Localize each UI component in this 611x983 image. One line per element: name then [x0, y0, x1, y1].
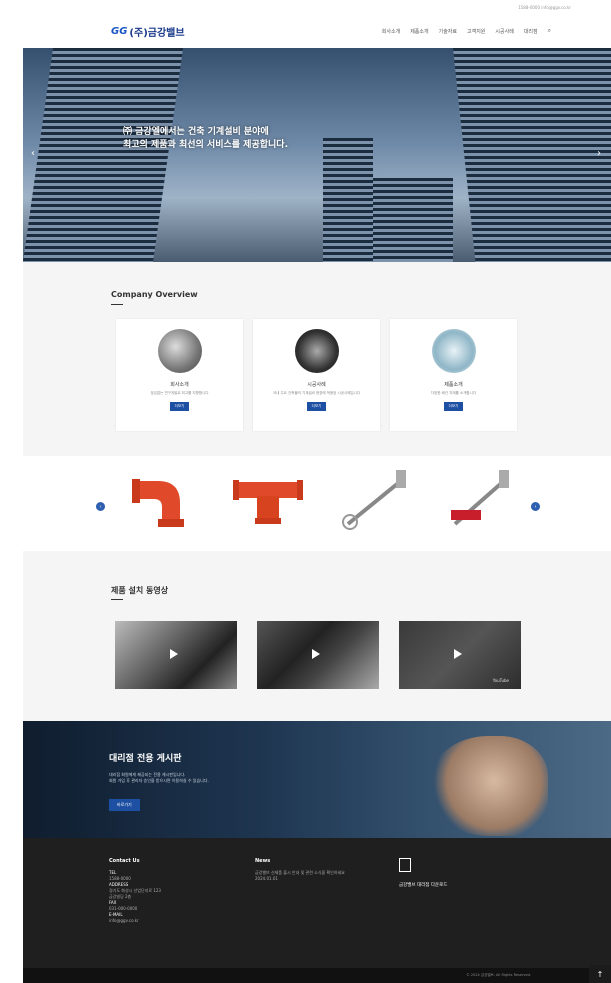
card-image-pipes	[157, 329, 202, 373]
product-bracket-image[interactable]	[338, 466, 418, 536]
company-overview-section: Company Overview 회사소개 끊임없는 연구개발로 최고를 지향합…	[23, 262, 611, 456]
product-tee-image[interactable]	[233, 476, 303, 531]
footer-contact-title: Contact Us	[109, 858, 140, 864]
play-icon[interactable]	[170, 649, 178, 659]
hero-line-2: 최고의 제품과 최선의 서비스를 제공합니다.	[123, 140, 288, 150]
product-elbow-image[interactable]	[128, 471, 188, 531]
carousel-next-button[interactable]: ›	[531, 502, 540, 511]
play-icon[interactable]	[312, 649, 320, 659]
app-download-icon[interactable]	[399, 858, 411, 872]
hero-banner: ㈜ 금강엘에서는 건축 기계설비 분야에 최고의 제품과 최선의 서비스를 제공…	[23, 48, 611, 262]
building-left	[23, 48, 184, 262]
play-icon[interactable]	[454, 649, 462, 659]
hero-next-arrow[interactable]: ›	[597, 148, 601, 159]
card-desc: 다양한 배관 자재를 소개합니다	[430, 391, 477, 395]
overview-card: 회사소개 끊임없는 연구개발로 최고를 지향합니다 더보기	[116, 319, 243, 431]
overview-card: 시공사례 국내 주요 건축물의 기계설비 현장에 적용된 시공사례입니다 더보기	[253, 319, 380, 431]
footer-news-date: 2024.01.01	[255, 876, 278, 881]
video-list: YouTube	[115, 621, 521, 689]
logo-text: (주)금강밸브	[129, 27, 185, 39]
nav-item-technical[interactable]: 기술자료	[439, 28, 457, 35]
video-thumbnail[interactable]	[115, 621, 237, 689]
product-hanger-image[interactable]	[443, 466, 523, 536]
video-thumbnail[interactable]: YouTube	[399, 621, 521, 689]
header: GG (주)금강밸브 회사소개 제품소개 기술자료 고객지원 시공사례 대리점 …	[23, 14, 611, 48]
building-center-2	[373, 178, 453, 262]
card-desc: 끊임없는 연구개발로 최고를 지향합니다	[150, 391, 209, 395]
agency-desc-line-2: 회원 가입 후 관리자 승인을 받으시면 이용하실 수 있습니다.	[109, 778, 209, 783]
videos-title: 제품 설치 동영상	[111, 586, 169, 595]
carousel-prev-button[interactable]: ‹	[96, 502, 105, 511]
video-section: 제품 설치 동영상 YouTube	[23, 551, 611, 721]
agency-go-button[interactable]: 바로가기	[109, 799, 140, 811]
topbar: 1588-0000 info@ggv.co.kr	[23, 0, 611, 14]
card-more-button[interactable]: 더보기	[306, 402, 327, 411]
card-title: 제품소개	[444, 382, 463, 388]
hero-prev-arrow[interactable]: ‹	[31, 148, 35, 159]
app-download-label[interactable]: 금강밸브 대리점 다운로드	[399, 882, 447, 888]
card-image-worker	[294, 329, 339, 373]
nav-item-cases[interactable]: 시공사례	[495, 28, 513, 35]
logo[interactable]: GG (주)금강밸브	[111, 24, 185, 39]
page: 1588-0000 info@ggv.co.kr GG (주)금강밸브 회사소개…	[0, 0, 611, 983]
overview-underline	[111, 304, 123, 305]
scroll-to-top-button[interactable]: ↑	[589, 965, 611, 983]
building-right	[453, 48, 611, 262]
agency-board-banner: 대리점 전용 게시판 대리점 회원에게 제공되는 전용 게시판입니다. 회원 가…	[23, 721, 611, 838]
building-center	[323, 138, 373, 262]
product-carousel: ‹ ›	[23, 456, 611, 551]
main-nav: 회사소개 제품소개 기술자료 고객지원 시공사례 대리점 ⌕	[382, 27, 551, 35]
hero-line-1: ㈜ 금강엘에서는 건축 기계설비 분야에	[123, 127, 269, 137]
overview-title: Company Overview	[111, 290, 198, 299]
footer-news-title: News	[255, 858, 271, 864]
logo-mark: GG	[111, 25, 128, 37]
overview-cards: 회사소개 끊임없는 연구개발로 최고를 지향합니다 더보기 시공사례 국내 주요…	[116, 319, 517, 431]
search-icon[interactable]: ⌕	[548, 27, 551, 35]
nav-item-company[interactable]: 회사소개	[382, 28, 400, 35]
card-image-valves	[431, 329, 476, 373]
videos-underline	[111, 599, 123, 600]
hero-text: ㈜ 금강엘에서는 건축 기계설비 분야에 최고의 제품과 최선의 서비스를 제공…	[123, 126, 288, 152]
hand-image	[428, 736, 548, 836]
card-title: 회사소개	[170, 382, 189, 388]
card-more-button[interactable]: 더보기	[443, 402, 464, 411]
copyright-text: © 2024 금강밸브. All Rights Reserved.	[466, 973, 531, 977]
youtube-label: YouTube	[492, 678, 509, 683]
overview-card: 제품소개 다양한 배관 자재를 소개합니다 더보기	[390, 319, 517, 431]
nav-item-products[interactable]: 제품소개	[410, 28, 428, 35]
agency-title: 대리점 전용 게시판	[109, 754, 182, 764]
video-thumbnail[interactable]	[257, 621, 379, 689]
nav-item-support[interactable]: 고객지원	[467, 28, 485, 35]
copyright-bar: © 2024 금강밸브. All Rights Reserved.	[23, 968, 611, 983]
topbar-text: 1588-0000 info@ggv.co.kr	[518, 4, 571, 10]
footer-email: info@ggv.co.kr	[109, 918, 139, 923]
card-title: 시공사례	[307, 382, 326, 388]
agency-desc: 대리점 회원에게 제공되는 전용 게시판입니다. 회원 가입 후 관리자 승인을…	[109, 772, 279, 784]
nav-item-agency[interactable]: 대리점	[524, 28, 538, 35]
card-more-button[interactable]: 더보기	[169, 402, 190, 411]
footer-news: News 금강밸브 신제품 출시 안내 및 관련 소식을 확인하세요 2024.…	[255, 858, 345, 882]
card-desc: 국내 주요 건축물의 기계설비 현장에 적용된 시공사례입니다	[272, 391, 361, 395]
site: 1588-0000 info@ggv.co.kr GG (주)금강밸브 회사소개…	[23, 0, 611, 983]
footer-contact: Contact Us TEL 1588-0000 ADDRESS 경기도 화성시…	[109, 858, 161, 924]
footer: Contact Us TEL 1588-0000 ADDRESS 경기도 화성시…	[23, 838, 611, 970]
